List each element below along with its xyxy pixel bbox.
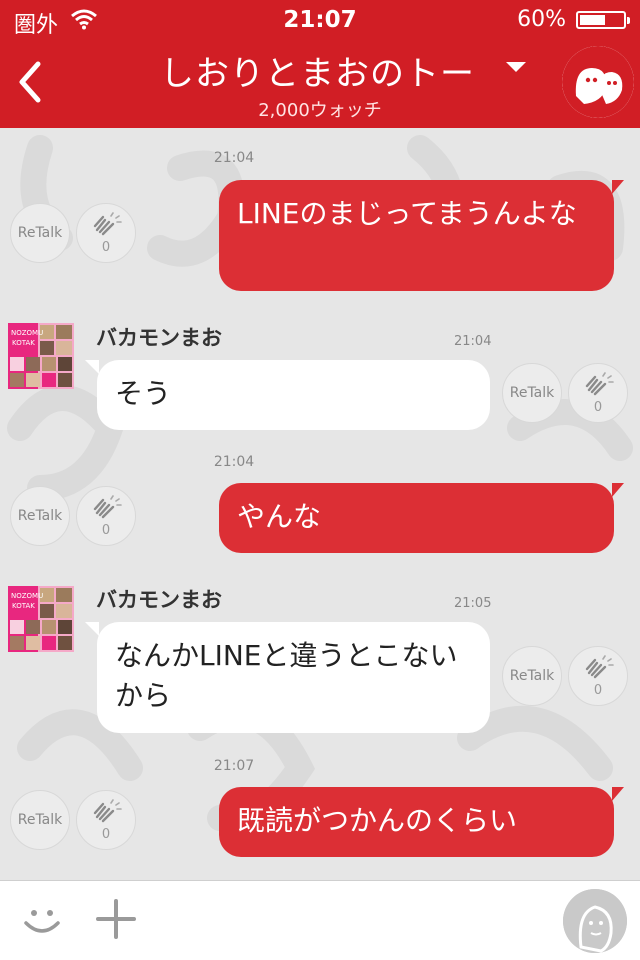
clap-icon [93,495,122,519]
clap-count: 0 [101,523,111,538]
message-timestamp: 21:04 [213,150,255,166]
clap-button[interactable]: 0 [76,486,136,546]
clap-count: 0 [593,683,603,698]
message-bubble-incoming[interactable]: そう [85,360,490,430]
message-bubble-incoming[interactable]: なんかLINEと違うとこないから [85,622,490,733]
message-timestamp: 21:04 [454,334,492,349]
clap-icon [585,655,614,679]
caret-down-icon[interactable] [506,62,526,72]
clap-count: 0 [101,827,111,842]
profile-button[interactable] [563,889,627,953]
sender-name: バカモンまお [96,326,222,350]
retalk-button[interactable]: ReTalk [10,203,70,263]
clap-icon [585,372,614,396]
message-bubble-outgoing[interactable]: 既読がつかんのくらい [219,787,624,857]
clap-button[interactable]: 0 [568,646,628,706]
svg-text:KOTAK: KOTAK [12,602,35,610]
battery-icon [576,11,630,29]
chat-title[interactable]: しおりとまおのトー [160,46,500,95]
clap-count: 0 [593,400,603,415]
clap-count: 0 [101,240,111,255]
message-timestamp: 21:04 [213,454,255,470]
profile-icon [563,889,627,953]
clap-button[interactable]: 0 [76,790,136,850]
sender-avatar[interactable]: NOZOMU KOTAK [8,323,74,389]
retalk-button[interactable]: ReTalk [10,790,70,850]
status-bar: 圏外 21:07 60% [0,0,640,40]
svg-text:NOZOMU: NOZOMU [11,592,43,600]
svg-text:NOZOMU: NOZOMU [11,329,43,337]
sender-avatar[interactable]: NOZOMU KOTAK [8,586,74,652]
top-bar: 圏外 21:07 60% しおりとまおのトー 2,000ウォッチ [0,0,640,128]
retalk-button[interactable]: ReTalk [502,646,562,706]
clap-button[interactable]: 0 [76,203,136,263]
message-timestamp: 21:07 [213,758,255,774]
add-button[interactable] [96,899,136,943]
room-avatar[interactable] [562,46,634,118]
message-bubble-outgoing[interactable]: やんな [219,483,624,553]
clap-button[interactable]: 0 [568,363,628,423]
chat-header: しおりとまおのトー 2,000ウォッチ [0,40,640,128]
battery-percent: 60% [517,7,566,32]
sender-name: バカモンまお [96,588,222,612]
input-toolbar [0,880,640,960]
clap-icon [93,799,122,823]
retalk-button[interactable]: ReTalk [502,363,562,423]
ghost-pair-icon [562,46,634,118]
message-timestamp: 21:05 [454,596,492,611]
retalk-button[interactable]: ReTalk [10,486,70,546]
smile-icon [24,910,60,933]
chat-scroll-area[interactable]: 21:04 ReTalk 0 LINEのまじってまうんよな NOZOMU KOT… [0,128,640,880]
clap-icon [93,212,122,236]
svg-text:KOTAK: KOTAK [12,339,35,347]
watch-count: 2,000ウォッチ [258,100,382,121]
message-bubble-outgoing[interactable]: LINEのまじってまうんよな [219,180,624,291]
emoji-button[interactable] [20,899,64,947]
sender-avatar-image: NOZOMU KOTAK [8,323,74,389]
plus-icon [96,899,136,939]
sender-avatar-image: NOZOMU KOTAK [8,586,74,652]
